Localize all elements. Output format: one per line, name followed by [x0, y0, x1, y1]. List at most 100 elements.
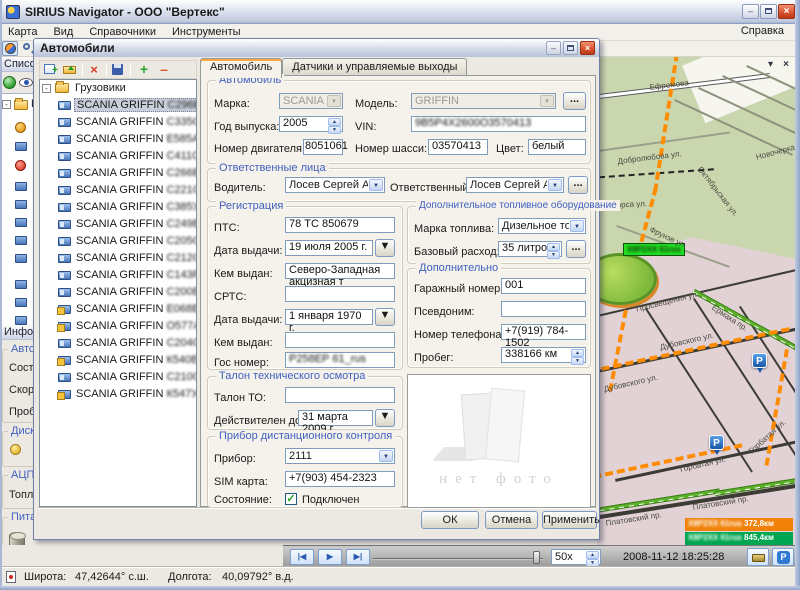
consumption-spin-buttons[interactable]: ▲▼ — [547, 243, 560, 255]
srts-date-field[interactable]: 1 января 1970 г. — [285, 309, 373, 325]
add-vehicle-button[interactable]: + — [136, 62, 152, 77]
tree-root-row[interactable]: - Грузовики — [40, 80, 196, 97]
save-button[interactable] — [110, 62, 126, 77]
import-button[interactable] — [62, 62, 78, 77]
parking-icon[interactable]: P — [709, 435, 724, 450]
connected-checkbox[interactable]: ✓ — [285, 493, 297, 505]
model-browse-button[interactable]: ... — [563, 92, 586, 110]
tree-item[interactable]: SCANIA GRIFFIN С296ВС 61rus — [40, 97, 196, 114]
sim-field[interactable]: +7(903) 454-2323 — [285, 471, 395, 487]
tree-item[interactable]: SCANIA GRIFFIN С200ВВ 61rus — [40, 284, 196, 301]
map-close-icon[interactable]: × — [783, 59, 789, 70]
speed-spinner[interactable]: ▲▼ — [586, 551, 599, 563]
srts-date-dropdown[interactable]: ▼ — [375, 308, 395, 326]
tree-item[interactable]: SCANIA GRIFFIN С212СС 61rus — [40, 250, 196, 267]
driver-combo[interactable]: Лосев Сергей Анатоль▼ — [285, 177, 385, 193]
year-spinner[interactable]: 2005▲▼ — [279, 116, 343, 132]
tree-item[interactable]: SCANIA GRIFFIN Е585АА 61rus — [40, 131, 196, 148]
ticket-field[interactable] — [285, 387, 395, 403]
menu-help[interactable]: Справка — [733, 25, 792, 37]
spin-down-icon[interactable]: ▼ — [586, 559, 599, 567]
menu-Карта[interactable]: Карта — [0, 26, 45, 38]
object-tree[interactable]: - Грузовики — [0, 93, 33, 333]
window-restore-button[interactable] — [760, 4, 777, 19]
alias-field[interactable] — [501, 301, 586, 317]
pts-date-field[interactable]: 19 июля 2005 г. — [285, 240, 373, 256]
engine-field[interactable]: 8051061 — [303, 139, 343, 155]
menu-Инструменты[interactable]: Инструменты — [164, 26, 249, 38]
tree-item[interactable]: SCANIA GRIFFIN С210СС 61rus — [40, 369, 196, 386]
playback-slider-track[interactable] — [373, 558, 543, 560]
mileage-spin-buttons[interactable]: ▲▼ — [571, 349, 584, 361]
window-minimize-button[interactable]: – — [742, 4, 759, 19]
pts-date-dropdown[interactable]: ▼ — [375, 239, 395, 257]
device-combo[interactable]: 2111▼ — [285, 448, 395, 464]
parking-icon[interactable]: P — [752, 353, 767, 368]
tree-item[interactable]: SCANIA GRIFFIN С205ОС 61rus — [40, 233, 196, 250]
tree-item[interactable]: SCANIA GRIFFIN С143РХ 161rus — [40, 267, 196, 284]
spin-up-icon[interactable]: ▲ — [586, 551, 599, 559]
driver-label: Водитель: — [214, 182, 266, 194]
cancel-button[interactable]: Отмена — [485, 511, 538, 529]
map-mode-button[interactable] — [2, 41, 18, 56]
export-button[interactable] — [747, 548, 769, 566]
pts-issuer-field[interactable]: Северо-Западная акцизная т — [285, 263, 395, 279]
play-button[interactable]: ▶ — [318, 549, 342, 565]
phone-field[interactable]: +7(919) 784-1502 — [501, 324, 586, 340]
truck-icon — [15, 254, 27, 263]
tree-collapse-icon[interactable]: - — [2, 100, 11, 109]
dialog-maximize-button[interactable] — [563, 41, 578, 55]
persons-browse-button[interactable]: ... — [568, 176, 588, 194]
delete-button[interactable]: × — [86, 62, 102, 77]
pts-field[interactable]: 78 ТС 850679 — [285, 217, 395, 233]
tree-item[interactable]: SCANIA GRIFFIN С221СС 61rus — [40, 182, 196, 199]
map-dropdown-icon[interactable]: ▾ — [768, 59, 773, 70]
tree-item[interactable]: SCANIA GRIFFIN К547УХ 161rus — [40, 386, 196, 403]
tree-item[interactable]: SCANIA GRIFFIN С249ВС 61rus — [40, 216, 196, 233]
srts-issuer-field[interactable] — [285, 332, 395, 348]
apply-button[interactable]: Применить — [542, 511, 597, 529]
tree-item[interactable]: SCANIA GRIFFIN К540ВУ 161rus — [40, 352, 196, 369]
ok-button[interactable]: ОК — [421, 511, 479, 529]
tree-item[interactable]: SCANIA GRIFFIN С411СС 61rus — [40, 148, 196, 165]
tree-item[interactable]: SCANIA GRIFFIN С204СС 61rus — [40, 335, 196, 352]
tree-item[interactable]: SCANIA GRIFFIN С266ВС 61rus — [40, 165, 196, 182]
dialog-close-button[interactable]: × — [580, 41, 595, 55]
remove-vehicle-button[interactable]: – — [156, 62, 172, 77]
fuel-combo[interactable]: Дизельное топливо▼ — [498, 218, 586, 234]
parking-toggle-button[interactable]: P — [772, 548, 794, 566]
tree-item[interactable]: SCANIA GRIFFIN С385УС 61rus — [40, 199, 196, 216]
tab-vehicle[interactable]: Автомобиль — [200, 58, 282, 78]
chassis-field[interactable]: 03570413 — [428, 139, 488, 155]
playback-slider-thumb[interactable] — [533, 551, 540, 564]
vehicle-tree[interactable]: - Грузовики SCANIA GRIFFIN С296ВС 61rusS… — [39, 79, 197, 507]
consumption-spinner[interactable]: 35 литров▲▼ — [498, 241, 562, 257]
menu-Вид[interactable]: Вид — [45, 26, 81, 38]
menu-Справочники[interactable]: Справочники — [81, 26, 164, 38]
srts-field[interactable] — [285, 286, 395, 302]
fuel-browse-button[interactable]: ... — [566, 240, 586, 258]
tree-item[interactable]: SCANIA GRIFFIN С335ОЕ 61rus — [40, 114, 196, 131]
eye-icon[interactable] — [19, 78, 33, 87]
skip-back-button[interactable]: |◀ — [290, 549, 314, 565]
valid-until-dropdown[interactable]: ▼ — [375, 409, 395, 427]
year-spin-buttons[interactable]: ▲▼ — [328, 118, 341, 130]
tree-item[interactable]: SCANIA GRIFFIN О577АУ 61rus — [40, 318, 196, 335]
garage-field[interactable]: 001 — [501, 278, 586, 294]
speed-input[interactable]: 50x ▲▼ — [551, 549, 601, 565]
tree-collapse-icon[interactable]: - — [42, 84, 51, 93]
list-add-button[interactable] — [42, 62, 58, 77]
responsible-combo[interactable]: Лосев Сергей Анатоль▼ — [466, 177, 564, 193]
vin-field[interactable]: 9В5Р4Х2600О3570413 — [411, 116, 586, 132]
mileage-spinner[interactable]: 338166 км▲▼ — [501, 347, 586, 363]
dialog-minimize-button[interactable]: – — [546, 41, 561, 55]
skip-forward-button[interactable]: ▶| — [346, 549, 370, 565]
color-field[interactable]: белый — [528, 139, 586, 155]
tab-sensors[interactable]: Датчики и управляемые выходы — [282, 58, 467, 76]
tree-item[interactable]: SCANIA GRIFFIN Е068ВХ 161rus — [40, 301, 196, 318]
plate-field[interactable]: Р258ЕР 61_rus — [285, 352, 395, 368]
window-close-button[interactable]: × — [778, 4, 795, 19]
valid-until-field[interactable]: 31 марта 2009 г. — [298, 410, 373, 426]
map-view[interactable]: Х8Р2ХХ 61rus P P ЕфремоваДобролюбова ул.… — [597, 57, 795, 545]
globe-icon[interactable] — [3, 76, 16, 89]
